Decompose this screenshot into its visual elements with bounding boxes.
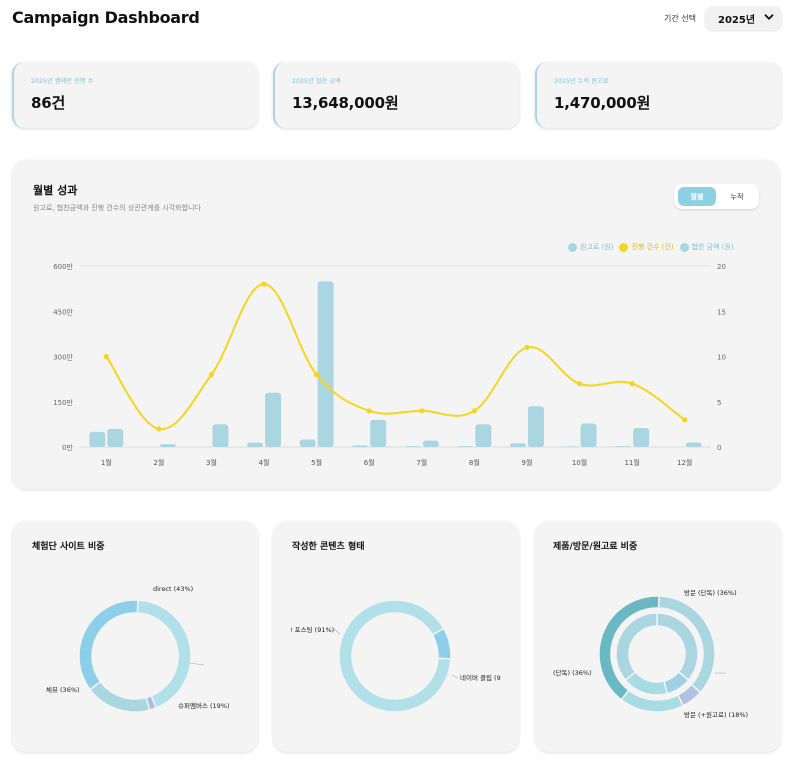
donut-content-slice — [431, 627, 452, 660]
donut-label: ! 포스팅 (91%) — [290, 625, 334, 634]
donut-site-slice — [88, 680, 151, 713]
donut-label: 슈퍼멤버스 (19%) — [178, 701, 230, 710]
donut-content-slice — [338, 599, 452, 713]
donut-label: 체뷰 (36%) — [46, 686, 80, 694]
donut-leader — [189, 662, 205, 666]
donut-charts: direct (43%) 슈퍼멤버스 (19%) 체뷰 (36%) ! 포스팅 (91… — [46, 585, 748, 719]
donut-label: direct (43%) — [153, 585, 193, 593]
donut-label: 방문 (+원고료) (18%) — [684, 710, 748, 719]
donut-label: 방문 (단독) (36%) — [684, 588, 737, 597]
donut-label: (단독) (36%) — [553, 668, 592, 677]
donut-leader — [451, 674, 459, 679]
donut-site-slice — [136, 599, 192, 709]
donut-label: 네이버 클립 (9 — [460, 673, 501, 682]
donut-site-slice — [78, 599, 139, 691]
